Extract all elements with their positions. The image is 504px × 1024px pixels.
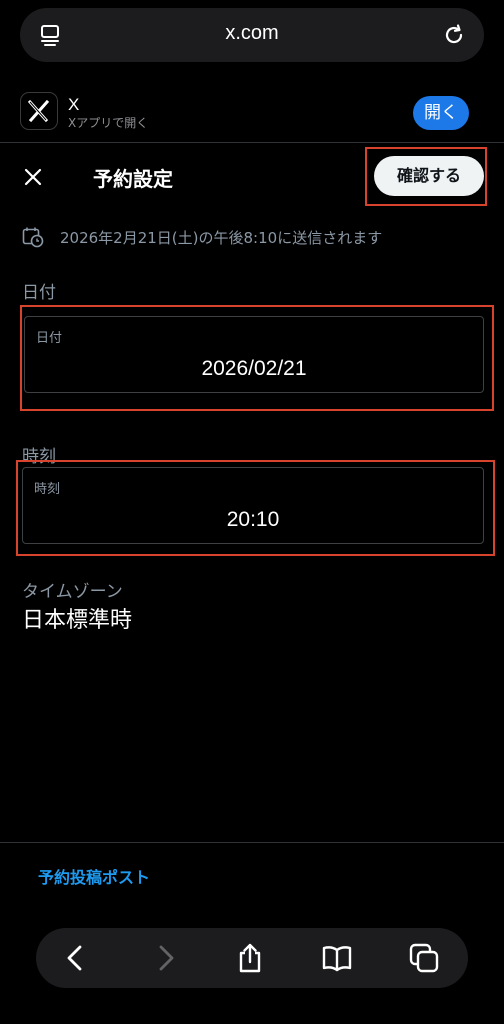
date-value[interactable]: 2026/02/21 — [25, 357, 483, 381]
timezone-value: 日本標準時 — [22, 608, 133, 633]
reload-icon[interactable] — [442, 23, 466, 47]
scheduled-posts-link[interactable]: 予約投稿ポスト — [38, 864, 150, 888]
schedule-summary: 2026年2月21日(土)の午後8:10に送信されます — [60, 229, 383, 247]
bookmarks-icon[interactable] — [321, 942, 353, 974]
address-bar[interactable]: x.com — [20, 8, 484, 62]
browser-toolbar — [36, 928, 468, 988]
banner-divider — [0, 142, 504, 143]
time-field-label: 時刻 — [34, 482, 61, 497]
time-value[interactable]: 20:10 — [23, 508, 483, 532]
date-field[interactable]: 日付 2026/02/21 — [24, 316, 484, 393]
close-icon[interactable] — [22, 166, 44, 188]
date-field-label: 日付 — [36, 331, 63, 346]
back-icon[interactable] — [60, 942, 92, 974]
calendar-clock-icon — [22, 227, 44, 248]
tabs-overview-icon[interactable] — [408, 942, 440, 974]
confirm-button[interactable]: 確認する — [374, 156, 484, 196]
time-field[interactable]: 時刻 20:10 — [22, 467, 484, 544]
app-subtitle: Xアプリで開く — [68, 116, 149, 130]
open-in-app-button[interactable]: 開く — [413, 96, 469, 130]
page-title: 予約設定 — [93, 167, 173, 191]
forward-icon[interactable] — [149, 942, 181, 974]
x-app-icon — [20, 92, 58, 130]
x-logo-icon — [27, 99, 50, 123]
footer-divider — [0, 842, 504, 843]
url-text[interactable]: x.com — [20, 22, 484, 45]
timezone-label: タイムゾーン — [22, 582, 123, 602]
share-icon[interactable] — [234, 942, 266, 974]
date-section-label: 日付 — [22, 283, 56, 303]
app-name: X — [68, 95, 80, 114]
